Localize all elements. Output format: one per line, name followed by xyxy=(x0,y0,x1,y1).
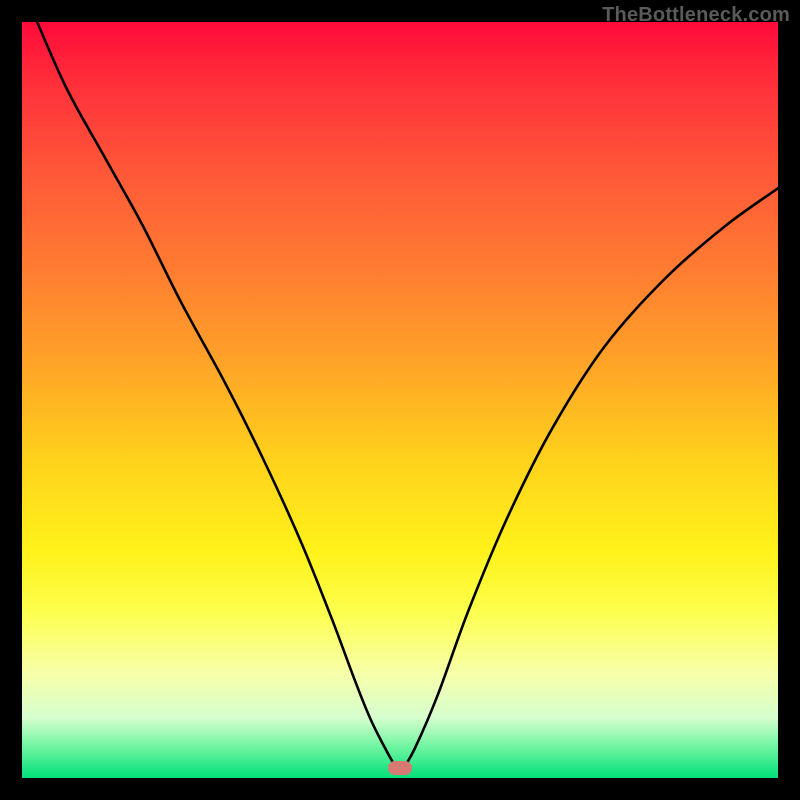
chart-root: TheBottleneck.com xyxy=(0,0,800,800)
bottleneck-curve xyxy=(22,22,778,778)
watermark-text: TheBottleneck.com xyxy=(602,4,790,27)
min-marker xyxy=(388,761,412,775)
plot-area xyxy=(22,22,778,778)
